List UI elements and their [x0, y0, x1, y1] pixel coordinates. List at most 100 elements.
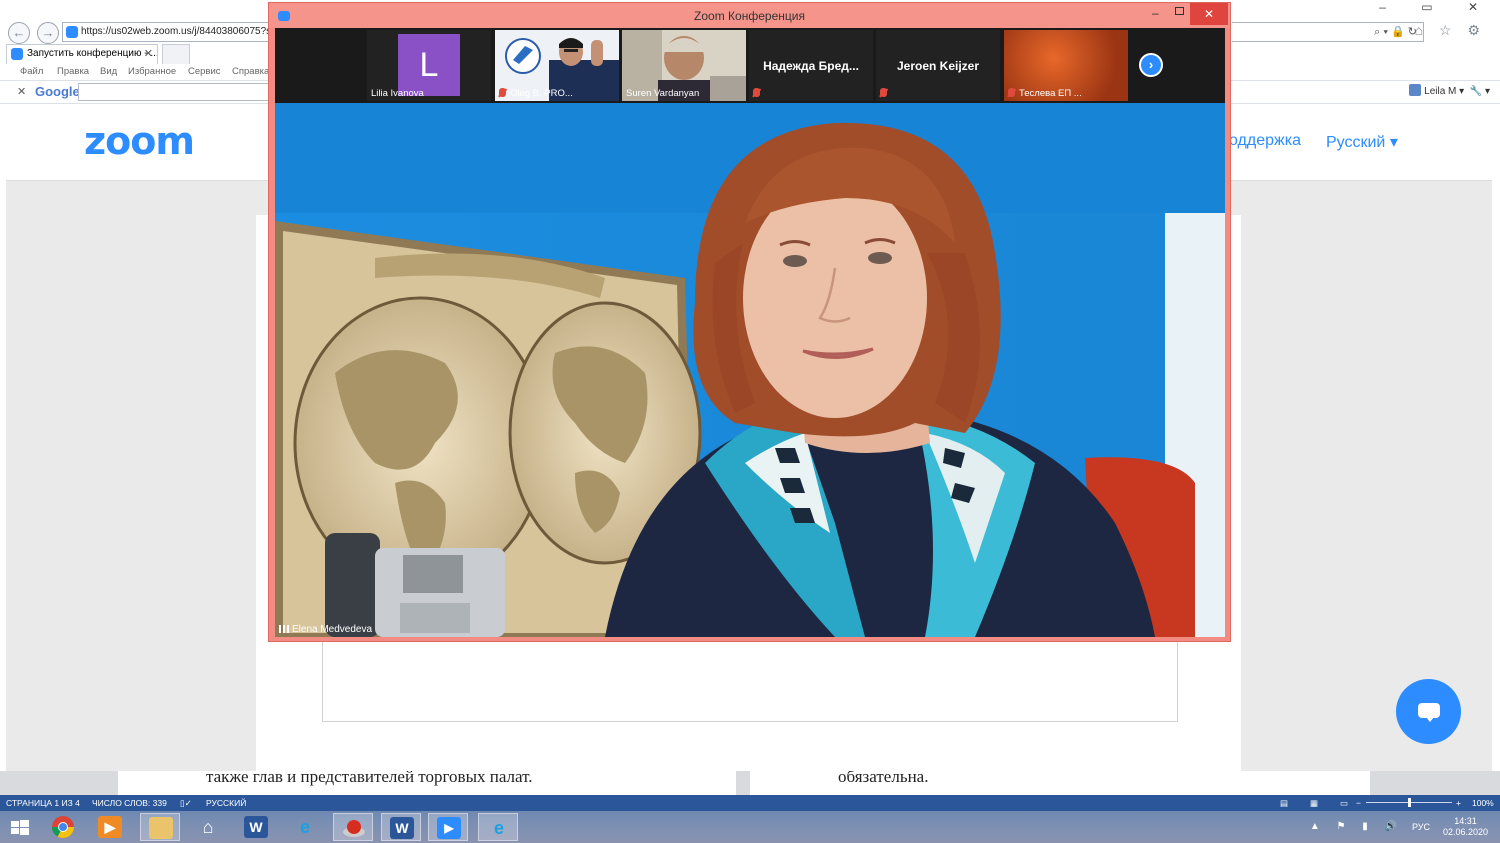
taskbar-word-2[interactable]: W [381, 813, 421, 841]
muted-mic-icon [753, 88, 760, 97]
internet-explorer-icon: e [299, 817, 310, 837]
chrome-icon [52, 816, 74, 838]
new-tab-button[interactable] [162, 44, 190, 64]
address-bar[interactable]: https://us02web.zoom.us/j/84403806075?st… [62, 22, 272, 42]
tab-close-icon[interactable]: ✕ [144, 45, 153, 63]
taskbar-file-explorer[interactable] [140, 813, 180, 841]
muted-mic-icon [880, 88, 887, 97]
taskbar-ie-1[interactable]: e [285, 813, 325, 841]
status-word-count[interactable]: ЧИСЛО СЛОВ: 339 [92, 798, 167, 808]
menu-view[interactable]: Вид [100, 66, 117, 77]
google-search-input[interactable] [78, 83, 270, 101]
taskbar-home[interactable]: ⌂ [188, 813, 228, 841]
active-speaker-label: Elena Medvedeva [279, 624, 372, 635]
muted-mic-icon [499, 88, 506, 97]
print-layout-icon[interactable]: ▦ [1310, 798, 1318, 809]
menu-file[interactable]: Файл [20, 66, 43, 77]
system-tray-icons[interactable]: ▲ ⚑ ▮ 🔊 [1310, 821, 1404, 832]
google-logo: Google [35, 84, 80, 99]
participant-tile[interactable]: Jeroen Keijzer [876, 30, 1000, 101]
user-name: Leila M ▾ [1424, 86, 1465, 97]
back-button[interactable]: ← [8, 22, 30, 44]
zoom-in-button[interactable]: + [1456, 798, 1461, 808]
minimize-button[interactable]: – [1152, 6, 1159, 20]
participant-name: Suren Vardanyan [626, 88, 700, 99]
user-icon [1409, 84, 1422, 96]
menu-edit[interactable]: Правка [57, 66, 89, 77]
taskbar-ie-2[interactable]: e [478, 813, 518, 841]
word-icon: W [244, 816, 268, 838]
address-bar-actions[interactable]: ⌕ ▾ 🔒 ↻ [1232, 22, 1424, 42]
zoom-slider-thumb[interactable] [1408, 798, 1411, 807]
zoom-favicon-icon [66, 26, 78, 38]
participant-tile[interactable]: Oleg B. PRO... [495, 30, 619, 101]
muted-indicator [753, 88, 764, 99]
participant-strip: L Lilia Ivanova Oleg B. PRO... Suren Var… [275, 28, 1225, 103]
menu-favorites[interactable]: Избранное [128, 66, 176, 77]
proofing-icon[interactable]: ▯✓ [180, 798, 192, 809]
signal-strength-icon [279, 625, 289, 633]
maximize-button[interactable] [1175, 7, 1184, 15]
participant-avatar: L [398, 34, 460, 96]
status-page-count[interactable]: СТРАНИЦА 1 ИЗ 4 [6, 798, 80, 808]
zoom-out-button[interactable]: − [1356, 798, 1361, 808]
taskbar-red-app[interactable] [333, 813, 373, 841]
participant-name-text: Теслева ЕП ... [1019, 88, 1082, 99]
taskbar-word-1[interactable]: W [236, 813, 276, 841]
participant-tile[interactable]: L Lilia Ivanova [367, 30, 491, 101]
status-language[interactable]: РУССКИЙ [206, 798, 246, 808]
muted-mic-icon [1008, 88, 1015, 97]
tools-wrench-icon[interactable]: 🔧 ▾ [1470, 86, 1490, 97]
word-page-2: обязательна. [750, 771, 1370, 795]
google-toolbar-close-icon[interactable]: ✕ [17, 85, 26, 98]
forward-button[interactable]: → [37, 22, 59, 44]
read-mode-icon[interactable]: ▤ [1280, 798, 1288, 809]
participant-name: Теслева ЕП ... [1008, 88, 1082, 99]
windows-logo-icon [11, 820, 29, 835]
muted-indicator [880, 88, 891, 99]
close-button[interactable]: ✕ [1190, 3, 1228, 25]
participant-tile[interactable]: Теслева ЕП ... [1004, 30, 1128, 101]
menu-tools[interactable]: Сервис [188, 66, 221, 77]
word-document-view: также глав и представителей торговых пал… [0, 771, 1500, 795]
browser-toolbar-icons[interactable]: ⌂ ☆ ⚙ [1415, 22, 1486, 39]
browser-window-controls[interactable]: – ▭ ✕ [1379, 0, 1494, 14]
tab-title: Запустить конференцию - ... [27, 48, 158, 59]
taskbar-media-player[interactable]: ▶ [90, 813, 130, 841]
word-status-bar: СТРАНИЦА 1 ИЗ 4 ЧИСЛО СЛОВ: 339 ▯✓ РУССК… [0, 795, 1500, 811]
web-layout-icon[interactable]: ▭ [1340, 798, 1348, 809]
menu-help[interactable]: Справка [232, 66, 269, 77]
support-link[interactable]: оддержка [1229, 132, 1301, 150]
screen: – ▭ ✕ ← → https://us02web.zoom.us/j/8440… [0, 0, 1500, 843]
meeting-title: Zoom Конференция [694, 9, 805, 23]
word-page-1: также глав и представителей торговых пал… [118, 771, 736, 795]
browser-tab-active[interactable]: Запустить конференцию - ... ✕ [6, 44, 158, 64]
media-player-icon: ▶ [98, 816, 122, 838]
back-arrow-icon: ← [12, 25, 26, 40]
zoom-level[interactable]: 100% [1472, 798, 1494, 808]
clock-time: 14:31 [1454, 816, 1477, 826]
input-language[interactable]: РУС [1412, 822, 1430, 832]
zoom-meeting-window: Zoom Конференция – ✕ L Lilia Ivanova Ole… [268, 2, 1231, 642]
taskbar-chrome[interactable] [43, 813, 83, 841]
meeting-title-bar[interactable]: Zoom Конференция – ✕ [269, 3, 1230, 28]
zoom-logo[interactable]: zoom [84, 119, 195, 163]
taskbar-zoom[interactable]: ▶ [428, 813, 468, 841]
participant-name-center: Jeroen Keijzer [896, 59, 980, 73]
participant-tile[interactable]: Надежда Бред... [749, 30, 873, 101]
participant-name: Lilia Ivanova [371, 88, 424, 99]
start-button[interactable] [0, 813, 40, 841]
participant-name-text: Oleg B. PRO... [510, 88, 573, 99]
chat-bubble-icon [1418, 703, 1440, 722]
participant-tile[interactable]: Suren Vardanyan [622, 30, 746, 101]
forward-arrow-icon: → [41, 25, 55, 40]
user-menu[interactable]: Leila M ▾ 🔧 ▾ [1409, 84, 1490, 97]
chat-support-button[interactable] [1396, 679, 1461, 744]
word-icon: W [390, 817, 414, 839]
language-selector[interactable]: Русский ▾ [1326, 132, 1398, 152]
zoom-tab-favicon-icon [11, 48, 23, 60]
clock[interactable]: 14:31 02.06.2020 [1443, 816, 1488, 838]
next-participants-button[interactable]: › [1139, 53, 1163, 77]
participant-name: Oleg B. PRO... [499, 88, 573, 99]
folder-icon [149, 817, 173, 839]
